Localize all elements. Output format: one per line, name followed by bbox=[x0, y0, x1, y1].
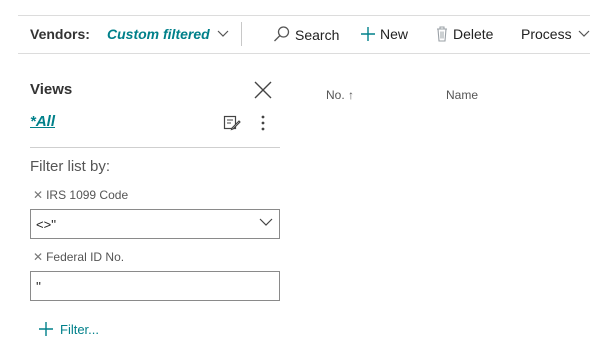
filter-name: Federal ID No. bbox=[46, 250, 125, 264]
column-header-no[interactable]: No. ↑ bbox=[326, 88, 354, 102]
filter-name: IRS 1099 Code bbox=[46, 188, 129, 202]
federal-id-no-filter-input[interactable]: '' bbox=[30, 271, 280, 301]
toolbar-bottom-divider bbox=[18, 53, 590, 54]
filter-label-irs-1099-code[interactable]: ✕ IRS 1099 Code bbox=[33, 188, 128, 202]
remove-filter-icon[interactable]: ✕ bbox=[33, 188, 43, 202]
search-icon bbox=[274, 26, 290, 42]
more-options-icon[interactable] bbox=[257, 113, 269, 133]
view-all-link[interactable]: *All bbox=[30, 113, 55, 130]
trash-icon bbox=[437, 26, 447, 42]
delete-button[interactable]: Delete bbox=[435, 25, 493, 43]
add-filter-button[interactable]: Filter... bbox=[38, 321, 99, 337]
plus-icon bbox=[39, 322, 53, 336]
view-filter-dropdown[interactable]: Custom filtered bbox=[107, 25, 229, 43]
toolbar-separator bbox=[241, 22, 242, 46]
process-label: Process bbox=[521, 26, 572, 42]
new-label: New bbox=[380, 26, 409, 42]
column-header-name[interactable]: Name bbox=[446, 88, 478, 102]
add-filter-label: Filter... bbox=[60, 322, 100, 337]
search-button[interactable]: Search bbox=[273, 25, 339, 44]
filter-list-by-heading: Filter list by: bbox=[30, 158, 111, 175]
remove-filter-icon[interactable]: ✕ bbox=[33, 250, 43, 264]
process-menu[interactable]: Process bbox=[521, 25, 590, 43]
filter-value: <>'' bbox=[36, 217, 57, 232]
page-caption: Vendors: bbox=[30, 26, 90, 42]
plus-icon bbox=[361, 27, 375, 41]
view-filter-label: Custom filtered bbox=[107, 26, 210, 42]
chevron-down-icon bbox=[217, 30, 229, 37]
filter-label-federal-id-no[interactable]: ✕ Federal ID No. bbox=[33, 250, 124, 264]
filter-value: '' bbox=[36, 279, 41, 294]
edit-view-icon[interactable] bbox=[223, 114, 241, 132]
chevron-down-icon[interactable] bbox=[259, 218, 273, 227]
irs-1099-code-filter-input[interactable]: <>'' bbox=[30, 209, 280, 239]
toolbar-top-divider bbox=[18, 15, 590, 16]
close-icon[interactable] bbox=[253, 80, 273, 100]
views-title: Views bbox=[30, 81, 73, 98]
new-button[interactable]: New bbox=[360, 25, 408, 43]
delete-label: Delete bbox=[453, 26, 494, 42]
chevron-down-icon bbox=[579, 30, 590, 37]
pane-divider bbox=[30, 147, 280, 148]
search-label: Search bbox=[295, 27, 340, 43]
